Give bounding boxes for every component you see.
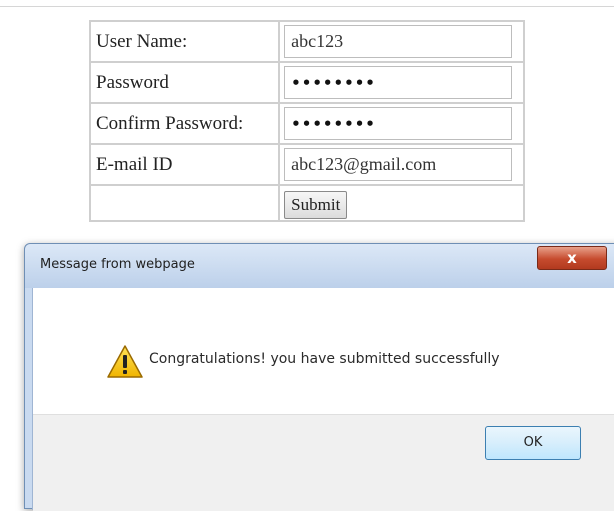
form-row-confirm-password: Confirm Password:	[90, 103, 524, 144]
password-label: Password	[90, 62, 280, 103]
email-input[interactable]	[284, 148, 513, 181]
dialog-footer: OK	[33, 414, 614, 511]
dialog-close-button[interactable]: x	[537, 246, 607, 270]
ok-button[interactable]: OK	[485, 426, 581, 460]
confirm-password-input[interactable]	[284, 107, 513, 140]
password-input[interactable]	[284, 66, 513, 99]
dialog-title: Message from webpage	[40, 257, 195, 272]
form-row-submit: Submit	[90, 185, 524, 221]
page-top-divider	[0, 6, 614, 7]
dialog-titlebar[interactable]: Message from webpage x	[25, 244, 614, 288]
dialog-body: Congratulations! you have submitted succ…	[32, 288, 614, 511]
form-row-email: E-mail ID	[90, 144, 524, 185]
email-label: E-mail ID	[90, 144, 280, 185]
username-label: User Name:	[90, 21, 280, 62]
username-input[interactable]	[284, 25, 513, 58]
warning-icon	[107, 345, 143, 378]
form-row-password: Password	[90, 62, 524, 103]
dialog-message: Congratulations! you have submitted succ…	[149, 351, 500, 367]
confirm-password-label: Confirm Password:	[90, 103, 280, 144]
alert-dialog: Message from webpage x Congratulations! …	[24, 243, 614, 511]
empty-cell	[90, 185, 280, 221]
form-row-username: User Name:	[90, 21, 524, 62]
registration-form: User Name: Password Confirm Password: E-…	[89, 20, 525, 222]
submit-button[interactable]: Submit	[284, 191, 348, 219]
